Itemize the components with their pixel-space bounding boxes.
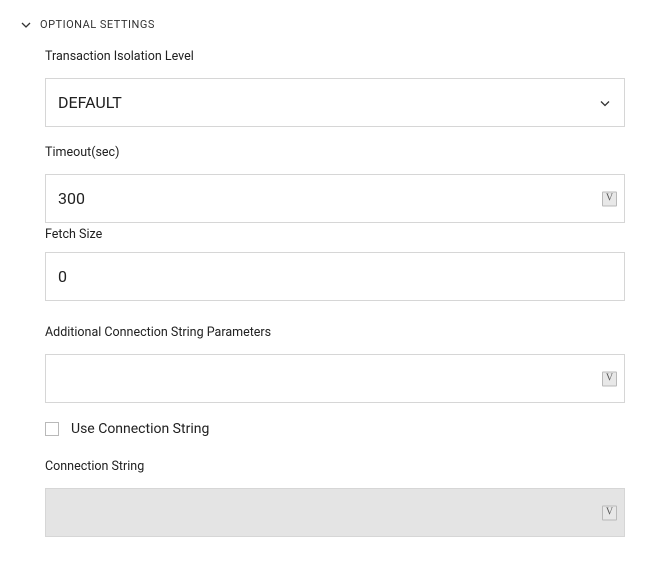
section-title: OPTIONAL SETTINGS <box>40 18 155 31</box>
chevron-down-icon <box>20 19 32 31</box>
isolation-label: Transaction Isolation Level <box>45 49 625 64</box>
use-connection-string-label: Use Connection String <box>71 421 209 437</box>
timeout-input[interactable] <box>45 174 625 223</box>
timeout-label: Timeout(sec) <box>45 145 625 160</box>
isolation-value: DEFAULT <box>58 93 122 112</box>
additional-params-label: Additional Connection String Parameters <box>45 325 625 340</box>
additional-params-input[interactable] <box>45 354 625 403</box>
variable-icon[interactable]: V <box>602 505 617 520</box>
isolation-select[interactable]: DEFAULT <box>45 78 625 127</box>
variable-icon[interactable]: V <box>602 191 617 206</box>
fetch-size-input[interactable] <box>45 252 625 301</box>
optional-settings-header[interactable]: OPTIONAL SETTINGS <box>20 18 627 31</box>
use-connection-string-checkbox[interactable] <box>45 422 59 436</box>
connection-string-label: Connection String <box>45 459 625 474</box>
fetch-size-label: Fetch Size <box>45 227 625 242</box>
variable-icon[interactable]: V <box>602 371 617 386</box>
chevron-down-icon <box>600 93 610 112</box>
connection-string-input <box>45 488 625 537</box>
